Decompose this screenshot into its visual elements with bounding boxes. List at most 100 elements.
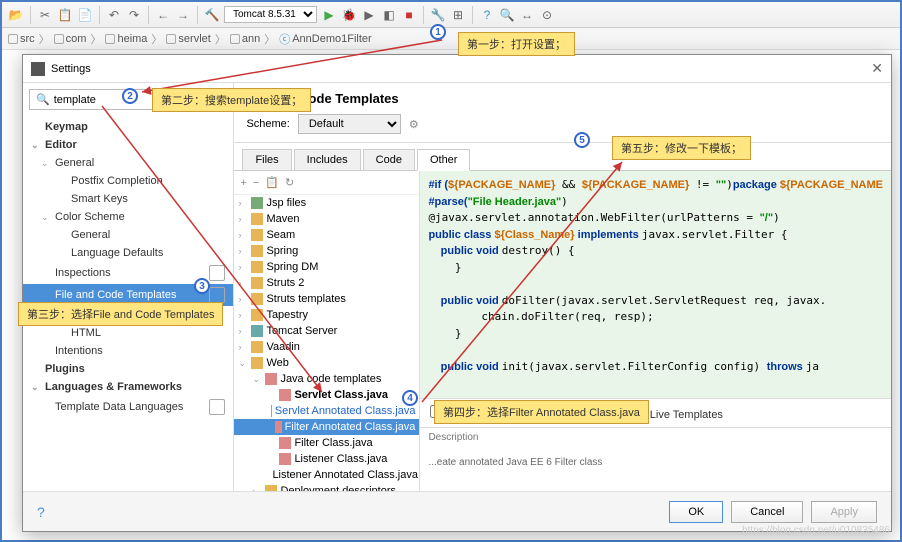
- template-tree-item[interactable]: ›Seam: [234, 227, 419, 243]
- template-tree-item[interactable]: Listener Class.java: [234, 451, 419, 467]
- folder-icon: [230, 34, 240, 44]
- cancel-button[interactable]: Cancel: [731, 501, 803, 523]
- ok-button[interactable]: OK: [669, 501, 723, 523]
- bc-item[interactable]: src: [8, 33, 35, 45]
- help-icon[interactable]: ?: [37, 504, 45, 520]
- template-tree-item[interactable]: Listener Annotated Class.java: [234, 467, 419, 483]
- template-tabs: FilesIncludesCodeOther: [234, 149, 891, 171]
- remove-icon[interactable]: −: [253, 177, 259, 189]
- bc-item[interactable]: heima: [105, 33, 147, 45]
- watermark: https://blog.csdn.net/u010835486: [742, 525, 890, 536]
- bc-item[interactable]: ⓒAnnDemo1Filter: [279, 31, 371, 47]
- settings-tree-item[interactable]: Plugins: [23, 360, 233, 378]
- tab-files[interactable]: Files: [242, 149, 291, 170]
- bc-item[interactable]: servlet: [166, 33, 210, 45]
- template-tree-item[interactable]: ›Struts 2: [234, 275, 419, 291]
- run-icon[interactable]: ▶: [321, 7, 337, 23]
- forward-icon[interactable]: →: [175, 7, 191, 23]
- coverage-icon[interactable]: ▶: [361, 7, 377, 23]
- paste-icon[interactable]: 📄: [77, 7, 93, 23]
- folder-icon: [105, 34, 115, 44]
- close-icon[interactable]: ✕: [871, 60, 883, 77]
- template-tree-item[interactable]: Filter Annotated Class.java: [234, 419, 419, 435]
- callout-step4: 第四步：选择Filter Annotated Class.java: [434, 400, 649, 424]
- template-tree-item[interactable]: ›Tapestry: [234, 307, 419, 323]
- run-config-select[interactable]: Tomcat 8.5.31: [224, 6, 317, 23]
- main-toolbar: 📂 ✂ 📋 📄 ↶ ↷ ← → 🔨 Tomcat 8.5.31 ▶ 🐞 ▶ ◧ …: [2, 2, 900, 28]
- add-icon[interactable]: +: [240, 177, 246, 189]
- copy-icon[interactable]: 📋: [265, 176, 279, 189]
- settings-dialog: Settings ✕ 🔍 Keymap⌄Editor⌄GeneralPostfi…: [22, 54, 892, 532]
- template-tree-item[interactable]: ›Tomcat Server: [234, 323, 419, 339]
- settings-icon[interactable]: 🔧: [430, 7, 446, 23]
- page-title: File and Code Templates: [246, 91, 879, 106]
- tab-includes[interactable]: Includes: [294, 149, 361, 170]
- template-tree-item[interactable]: ›Maven: [234, 211, 419, 227]
- callout-step5: 第五步：修改一下模板；: [612, 136, 751, 160]
- stop-icon[interactable]: ■: [401, 7, 417, 23]
- template-tree-item[interactable]: Filter Class.java: [234, 435, 419, 451]
- settings-tree-item[interactable]: Intentions: [23, 342, 233, 360]
- template-tree[interactable]: ›Jsp files›Maven›Seam›Spring›Spring DM›S…: [234, 195, 419, 491]
- gc-icon[interactable]: ⊙: [539, 7, 555, 23]
- template-editor[interactable]: #if (${PACKAGE_NAME} && ${PACKAGE_NAME} …: [420, 171, 891, 398]
- settings-tree-item[interactable]: Postfix Completion: [23, 172, 233, 190]
- bc-item[interactable]: ann: [230, 33, 260, 45]
- back-icon[interactable]: ←: [155, 7, 171, 23]
- apply-button[interactable]: Apply: [811, 501, 877, 523]
- marker-2: 2: [122, 88, 138, 104]
- template-tree-item[interactable]: ›Deployment descriptors: [234, 483, 419, 491]
- bc-item[interactable]: com: [54, 33, 87, 45]
- settings-tree-item[interactable]: Template Data Languages: [23, 396, 233, 418]
- template-toolbar: + − 📋 ↻: [234, 171, 419, 195]
- copy-icon[interactable]: 📋: [57, 7, 73, 23]
- marker-1: 1: [430, 24, 446, 40]
- callout-step3: 第三步：选择File and Code Templates: [18, 302, 223, 326]
- template-tree-item[interactable]: ›Spring: [234, 243, 419, 259]
- structure-icon[interactable]: ⊞: [450, 7, 466, 23]
- template-tree-item[interactable]: ⌄Java code templates: [234, 371, 419, 387]
- gear-icon[interactable]: ⚙: [409, 118, 419, 131]
- dialog-titlebar: Settings ✕: [23, 55, 891, 83]
- template-tree-item[interactable]: Servlet Annotated Class.java: [234, 403, 419, 419]
- settings-tree-item[interactable]: Smart Keys: [23, 190, 233, 208]
- undo-icon[interactable]: ↶: [106, 7, 122, 23]
- scheme-select[interactable]: Default: [298, 114, 401, 134]
- debug-icon[interactable]: 🐞: [341, 7, 357, 23]
- sync-icon[interactable]: ↔: [519, 7, 535, 23]
- callout-step2: 第二步：搜索template设置；: [152, 88, 311, 112]
- tab-code[interactable]: Code: [363, 149, 415, 170]
- description-box: Description ...eate annotated Java EE 6 …: [420, 427, 891, 491]
- settings-tree-item[interactable]: Keymap: [23, 118, 233, 136]
- template-tree-item[interactable]: ›Vaadin: [234, 339, 419, 355]
- settings-tree-item[interactable]: ⌄Languages & Frameworks: [23, 378, 233, 396]
- search-icon: 🔍: [36, 93, 50, 106]
- hammer-icon[interactable]: 🔨: [204, 7, 220, 23]
- help-icon[interactable]: ?: [479, 7, 495, 23]
- template-tree-item[interactable]: ⌄Web: [234, 355, 419, 371]
- folder-icon: [166, 34, 176, 44]
- redo-icon[interactable]: ↷: [126, 7, 142, 23]
- dialog-title: Settings: [51, 63, 91, 75]
- settings-tree-item[interactable]: General: [23, 226, 233, 244]
- profile-icon[interactable]: ◧: [381, 7, 397, 23]
- template-tree-item[interactable]: ›Struts templates: [234, 291, 419, 307]
- template-tree-item[interactable]: ›Jsp files: [234, 195, 419, 211]
- breadcrumb: src〉 com〉 heima〉 servlet〉 ann〉 ⓒAnnDemo1…: [2, 28, 900, 50]
- template-tree-item[interactable]: Servlet Class.java: [234, 387, 419, 403]
- marker-3: 3: [194, 278, 210, 294]
- cut-icon[interactable]: ✂: [37, 7, 53, 23]
- settings-tree-item[interactable]: Language Defaults: [23, 244, 233, 262]
- settings-window-icon: [31, 62, 45, 76]
- tab-other[interactable]: Other: [417, 149, 471, 171]
- callout-step1: 第一步：打开设置；: [458, 32, 575, 56]
- refresh-icon[interactable]: ↻: [285, 176, 294, 189]
- folder-icon: [8, 34, 18, 44]
- settings-tree-item[interactable]: HTML: [23, 324, 233, 342]
- settings-tree-item[interactable]: ⌄General: [23, 154, 233, 172]
- search-icon[interactable]: 🔍: [499, 7, 515, 23]
- template-tree-item[interactable]: ›Spring DM: [234, 259, 419, 275]
- settings-tree-item[interactable]: ⌄Color Scheme: [23, 208, 233, 226]
- settings-tree-item[interactable]: ⌄Editor: [23, 136, 233, 154]
- open-icon[interactable]: 📂: [8, 7, 24, 23]
